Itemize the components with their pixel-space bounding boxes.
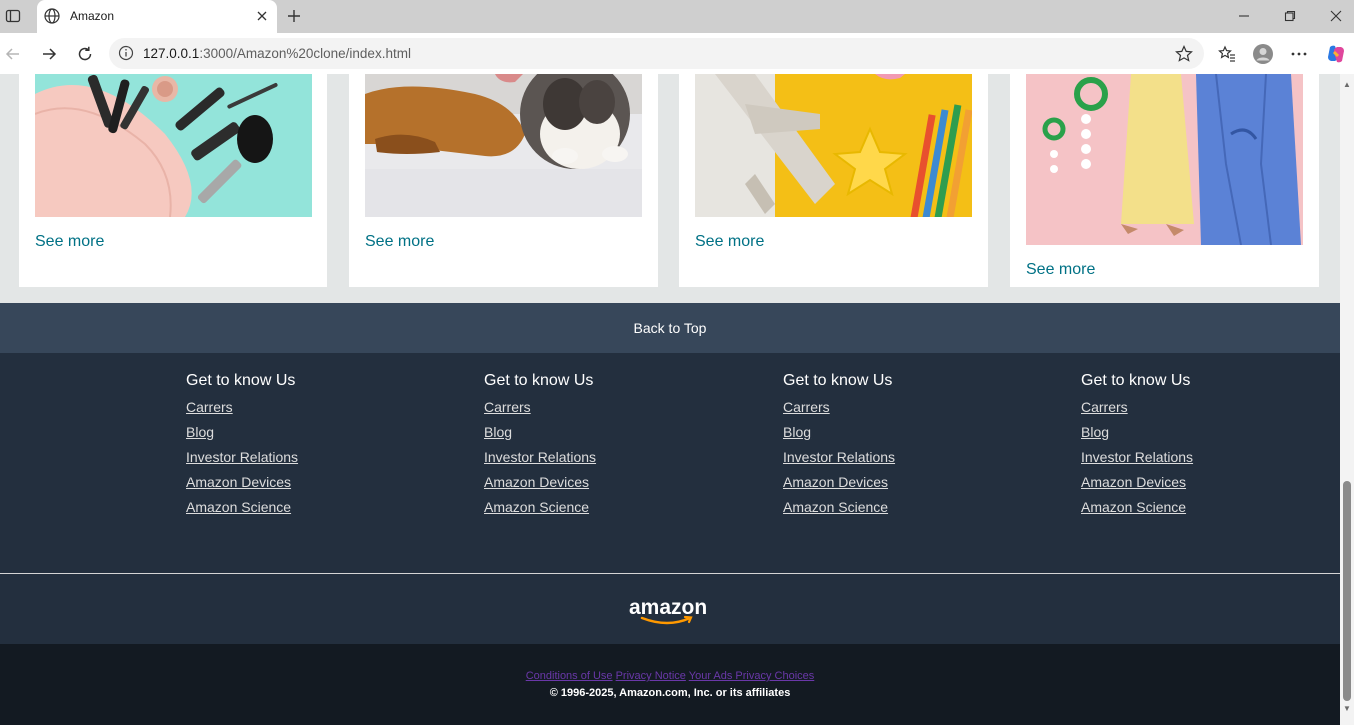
profile-avatar-icon[interactable] [1252,43,1274,65]
browser-tab-bar: Amazon [0,0,1354,33]
close-tab-icon[interactable] [253,7,271,25]
footer-link-amazon-devices[interactable]: Amazon Devices [186,474,406,499]
address-bar[interactable]: 127.0.0.1:3000/Amazon%20clone/index.html [109,38,1204,69]
footer-link-investor-relations[interactable]: Investor Relations [783,449,1003,474]
page-scrollbar[interactable]: ▲ ▼ [1340,74,1354,725]
footer-link-amazon-science[interactable]: Amazon Science [186,499,406,524]
refresh-icon[interactable] [74,43,96,65]
footer-column: Get to know Us Carrers Blog Investor Rel… [783,372,1003,524]
legal-links: Conditions of Use Privacy Notice Your Ad… [0,670,1340,682]
copyright-text: © 1996-2025, Amazon.com, Inc. or its aff… [549,687,791,699]
footer-link-careers[interactable]: Carrers [484,399,704,424]
footer-link-amazon-science[interactable]: Amazon Science [1081,499,1301,524]
category-card: See more [679,74,988,287]
footer-logo-band: amazon [0,574,1340,644]
forward-icon[interactable] [38,43,60,65]
footer-link-investor-relations[interactable]: Investor Relations [186,449,406,474]
see-more-link[interactable]: See more [365,233,434,251]
favorite-star-icon[interactable] [1174,44,1194,64]
see-more-link[interactable]: See more [695,233,764,251]
url-path: :3000/Amazon%20clone/index.html [199,46,411,61]
scroll-down-arrow-icon[interactable]: ▼ [1343,704,1351,713]
footer-column: Get to know Us Carrers Blog Investor Rel… [186,372,406,524]
footer-link-amazon-devices[interactable]: Amazon Devices [484,474,704,499]
more-options-icon[interactable] [1288,43,1310,65]
tab-actions-icon[interactable] [3,6,23,26]
scrollbar-thumb[interactable] [1343,481,1351,701]
footer-column-title: Get to know Us [1081,372,1191,389]
footer-link-amazon-science[interactable]: Amazon Science [783,499,1003,524]
new-tab-icon[interactable] [284,6,304,26]
footer-link-careers[interactable]: Carrers [783,399,1003,424]
footer-link-investor-relations[interactable]: Investor Relations [484,449,704,474]
footer-link-careers[interactable]: Carrers [1081,399,1301,424]
toys-image[interactable] [695,74,972,217]
globe-icon [43,7,61,25]
footer-link-investor-relations[interactable]: Investor Relations [1081,449,1301,474]
footer-column: Get to know Us Carrers Blog Investor Rel… [1081,372,1301,524]
see-more-link[interactable]: See more [35,233,104,251]
amazon-logo[interactable]: amazon [628,596,712,626]
footer-link-blog[interactable]: Blog [186,424,406,449]
browser-tab-amazon[interactable]: Amazon [37,0,277,33]
footer-link-blog[interactable]: Blog [484,424,704,449]
conditions-of-use-link[interactable]: Conditions of Use [526,670,613,682]
scroll-up-arrow-icon[interactable]: ▲ [1343,80,1351,89]
copilot-icon[interactable] [1325,43,1347,65]
cosmetics-image[interactable] [35,74,312,217]
footer-column: Get to know Us Carrers Blog Investor Rel… [484,372,704,524]
footer-column-title: Get to know Us [484,372,594,389]
footer-column-title: Get to know Us [186,372,296,389]
tab-title: Amazon [70,9,115,23]
footer-column-title: Get to know Us [783,372,893,389]
footer-link-amazon-science[interactable]: Amazon Science [484,499,704,524]
favorites-icon[interactable] [1216,43,1238,65]
category-card: See more [1010,74,1319,287]
privacy-notice-link[interactable]: Privacy Notice [616,670,686,682]
footer-links-section: Get to know Us Carrers Blog Investor Rel… [0,353,1340,573]
category-card: See more [19,74,327,287]
minimize-icon[interactable] [1233,6,1255,26]
restore-icon[interactable] [1279,6,1301,26]
footer-link-amazon-devices[interactable]: Amazon Devices [1081,474,1301,499]
see-more-link[interactable]: See more [1026,261,1095,279]
category-card: See more [349,74,658,287]
amazon-logo-text: amazon [629,596,707,619]
url-host: 127.0.0.1 [143,46,200,61]
back-to-top-button[interactable]: Back to Top [0,303,1340,353]
footer-link-blog[interactable]: Blog [1081,424,1301,449]
footer-link-amazon-devices[interactable]: Amazon Devices [783,474,1003,499]
page-viewport: See more See more See more See more Back… [0,74,1340,725]
footer-bottom: Conditions of Use Privacy Notice Your Ad… [0,644,1340,725]
back-icon[interactable] [2,43,24,65]
footer-link-blog[interactable]: Blog [783,424,1003,449]
footer-link-careers[interactable]: Carrers [186,399,406,424]
category-cards-row: See more See more See more See more [0,74,1340,303]
site-info-icon[interactable] [118,45,134,61]
pets-image[interactable] [365,74,642,217]
close-window-icon[interactable] [1325,6,1347,26]
fashion-image[interactable] [1026,74,1303,245]
ads-privacy-choices-link[interactable]: Your Ads Privacy Choices [689,670,815,682]
url-text: 127.0.0.1:3000/Amazon%20clone/index.html [143,46,411,61]
browser-toolbar: 127.0.0.1:3000/Amazon%20clone/index.html [0,33,1354,74]
